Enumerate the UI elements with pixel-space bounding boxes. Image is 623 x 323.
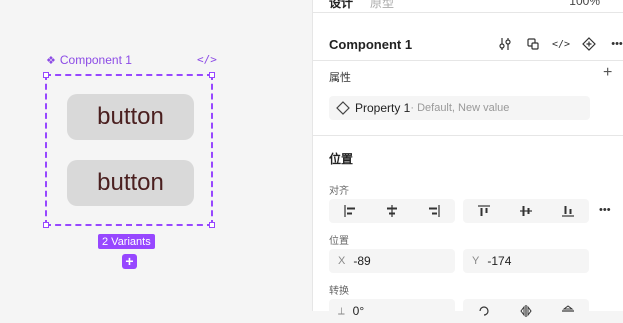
x-value: -89 (353, 254, 371, 268)
align-bottom-icon[interactable] (547, 199, 589, 223)
add-property-button[interactable]: + (603, 64, 612, 82)
rotate-icon[interactable] (463, 299, 505, 323)
more-options-icon[interactable]: ••• (603, 36, 623, 52)
align-label: 对齐 (329, 186, 349, 197)
resize-handle-tl[interactable] (43, 72, 49, 78)
flip-horizontal-icon[interactable] (505, 299, 547, 323)
instance-swap-icon[interactable] (519, 36, 547, 52)
transform-actions (463, 299, 589, 323)
divider (313, 60, 623, 61)
properties-panel: 设计 原型 100% Component 1 </> ••• 属性 + Prop… (312, 0, 623, 323)
tab-prototype[interactable]: 原型 (370, 0, 394, 11)
component-icon: ❖ (46, 54, 56, 67)
add-variant-button[interactable]: + (122, 254, 137, 269)
component-name: Component 1 (329, 37, 413, 52)
vertical-align-group (463, 199, 589, 223)
more-align-button[interactable]: ••• (599, 204, 611, 216)
align-middle-icon[interactable] (505, 199, 547, 223)
add-component-icon[interactable] (575, 36, 603, 52)
x-prefix: X (338, 255, 346, 267)
y-position-field[interactable]: Y -174 (463, 249, 589, 273)
code-view-icon[interactable]: </> (547, 36, 575, 52)
position-label: 位置 (329, 236, 349, 247)
divider (313, 135, 623, 136)
align-right-icon[interactable] (413, 199, 455, 223)
component-toolbar: </> ••• (491, 36, 623, 52)
align-center-h-icon[interactable] (371, 199, 413, 223)
variant-button-2[interactable]: button (67, 160, 194, 206)
properties-title: 属性 (329, 72, 351, 84)
property-diamond-icon (336, 101, 350, 115)
variants-badge: 2 Variants (98, 234, 155, 249)
component-set-frame[interactable]: button button (43, 72, 215, 228)
y-prefix: Y (472, 255, 480, 267)
zoom-level[interactable]: 100% (569, 0, 600, 8)
component-name-text: Component 1 (59, 53, 132, 67)
transform-label: 转换 (329, 286, 349, 297)
align-left-icon[interactable] (329, 199, 371, 223)
x-position-field[interactable]: X -89 (329, 249, 455, 273)
rotation-value: 0° (352, 304, 365, 318)
rotation-icon: ⟂ (338, 305, 345, 317)
component-set-label[interactable]: ❖ Component 1 (46, 53, 132, 67)
resize-handle-tr[interactable] (209, 72, 215, 78)
y-value: -174 (487, 254, 512, 268)
property-row[interactable]: Property 1 · Default, New value (329, 96, 590, 120)
flip-vertical-icon[interactable] (547, 299, 589, 323)
canvas[interactable]: ❖ Component 1 </> button button 2 Varian… (0, 0, 312, 311)
variant-button-1[interactable]: button (67, 94, 194, 140)
rotation-field[interactable]: ⟂ 0° (329, 299, 455, 323)
property-values: · Default, New value (410, 102, 510, 114)
tab-design[interactable]: 设计 (329, 0, 353, 11)
align-top-icon[interactable] (463, 199, 505, 223)
position-section-title: 位置 (329, 152, 354, 166)
property-name: Property 1 (355, 101, 411, 115)
code-icon[interactable]: </> (197, 53, 217, 66)
resize-handle-bl[interactable] (43, 222, 49, 228)
panel-tabs: 设计 原型 100% (313, 0, 623, 13)
horizontal-align-group (329, 199, 455, 223)
adjust-icon[interactable] (491, 36, 519, 52)
resize-handle-br[interactable] (209, 222, 215, 228)
